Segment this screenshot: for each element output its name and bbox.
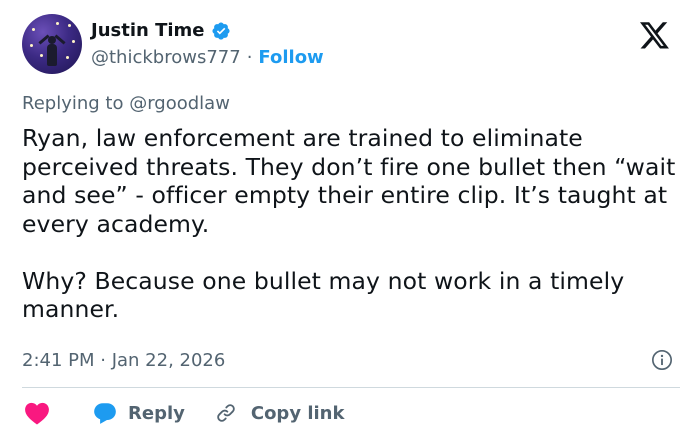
speech-bubble-icon xyxy=(94,403,116,424)
action-bar: Reply Copy link xyxy=(22,398,344,428)
tweet-timestamp[interactable]: 2:41 PM · Jan 22, 2026 xyxy=(22,350,225,371)
x-logo-icon[interactable] xyxy=(640,22,670,50)
link-icon xyxy=(217,404,235,422)
tweet-paragraph-2: Why? Because one bullet may not work in … xyxy=(22,266,625,324)
replying-mention[interactable]: @rgoodlaw xyxy=(129,93,230,114)
reply-label: Reply xyxy=(128,402,185,424)
separator-dot: · xyxy=(246,47,253,68)
follow-button[interactable]: Follow xyxy=(258,47,323,68)
author-display-name[interactable]: Justin Time xyxy=(91,20,205,41)
author-handle-row: @thickbrows777 · Follow xyxy=(91,47,324,68)
tweet-paragraph-1: Ryan, law enforcement are trained to eli… xyxy=(22,124,676,238)
info-icon[interactable] xyxy=(651,349,673,371)
verified-badge-icon xyxy=(211,21,230,40)
divider xyxy=(22,387,680,388)
tweet-text: Ryan, law enforcement are trained to eli… xyxy=(22,124,682,324)
replying-prefix: Replying to xyxy=(22,93,124,114)
replying-to: Replying to @rgoodlaw xyxy=(22,93,230,114)
tweet-embed-card: Justin Time @thickbrows777 · Follow Repl… xyxy=(0,0,700,440)
copy-link-button[interactable]: Copy link xyxy=(215,402,345,424)
avatar[interactable] xyxy=(22,14,82,74)
author-name-row: Justin Time xyxy=(91,20,231,41)
heart-icon xyxy=(25,402,49,425)
like-button[interactable] xyxy=(22,401,50,425)
reply-button[interactable]: Reply xyxy=(92,400,185,426)
copy-link-label: Copy link xyxy=(250,402,345,424)
author-handle[interactable]: @thickbrows777 xyxy=(91,47,241,68)
